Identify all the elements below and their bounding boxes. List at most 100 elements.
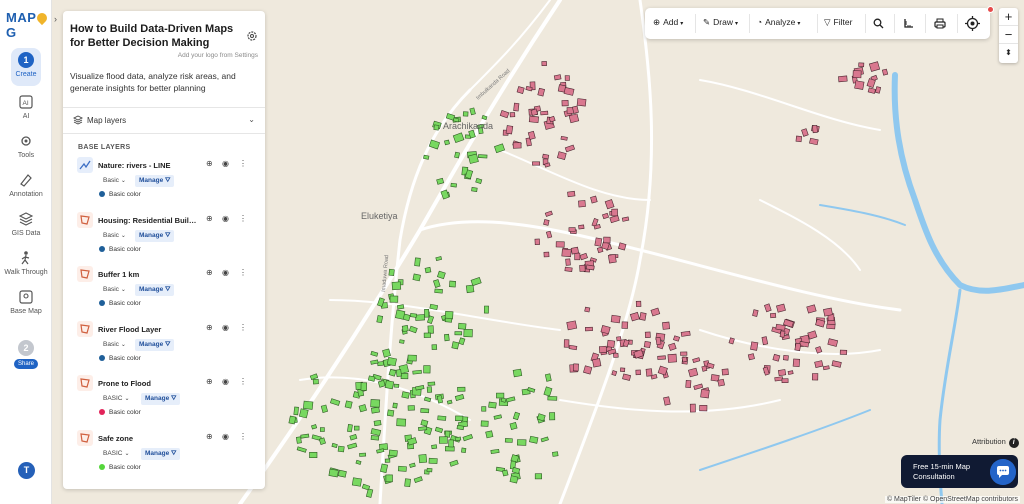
flood-prone-building[interactable] <box>680 351 688 356</box>
flood-prone-building[interactable] <box>584 326 593 332</box>
flood-prone-building[interactable] <box>516 86 525 94</box>
more-options-icon[interactable]: ⋮ <box>239 432 247 441</box>
flood-prone-building[interactable] <box>795 135 803 143</box>
flood-prone-building[interactable] <box>680 330 691 337</box>
flood-prone-building[interactable] <box>512 142 522 149</box>
safe-zone-building[interactable] <box>412 369 422 375</box>
zoom-to-layer-icon[interactable]: ⊕ <box>206 268 213 277</box>
flood-prone-building[interactable] <box>811 373 819 381</box>
flood-prone-building[interactable] <box>721 368 729 376</box>
flood-prone-building[interactable] <box>606 339 616 348</box>
safe-zone-building[interactable] <box>426 386 433 393</box>
safe-zone-building[interactable] <box>288 415 297 425</box>
safe-zone-building[interactable] <box>388 268 395 277</box>
zoom-to-layer-icon[interactable]: ⊕ <box>206 377 213 386</box>
safe-zone-building[interactable] <box>454 331 463 336</box>
safe-zone-building[interactable] <box>501 469 509 477</box>
safe-zone-building[interactable] <box>549 412 556 421</box>
safe-zone-building[interactable] <box>438 436 448 444</box>
flood-prone-building[interactable] <box>645 368 653 377</box>
safe-zone-building[interactable] <box>461 447 467 454</box>
safe-zone-building[interactable] <box>544 373 552 382</box>
flood-prone-building[interactable] <box>584 306 591 313</box>
safe-zone-building[interactable] <box>367 375 376 382</box>
safe-zone-building[interactable] <box>516 439 527 446</box>
flood-prone-building[interactable] <box>565 258 571 266</box>
safe-zone-building[interactable] <box>412 273 421 282</box>
safe-zone-building[interactable] <box>457 322 467 330</box>
safe-zone-building[interactable] <box>337 445 345 453</box>
flood-prone-building[interactable] <box>752 309 759 317</box>
eye-icon[interactable]: ◉ <box>222 432 229 441</box>
manage-button[interactable]: Manage ⛛ <box>135 339 175 351</box>
flood-prone-building[interactable] <box>578 224 585 230</box>
flood-prone-building[interactable] <box>607 253 617 264</box>
zoom-to-layer-icon[interactable]: ⊕ <box>206 323 213 332</box>
safe-zone-building[interactable] <box>377 379 386 388</box>
flood-prone-building[interactable] <box>794 342 802 352</box>
safe-zone-building[interactable] <box>451 341 460 350</box>
flood-prone-building[interactable] <box>564 75 570 81</box>
flood-prone-building[interactable] <box>543 251 550 258</box>
flood-prone-building[interactable] <box>655 336 662 346</box>
safe-zone-building[interactable] <box>380 463 389 473</box>
layer-row[interactable]: Prone to Flood ⊕ ◉ ⋮ BASIC ⌄ Manage ⛛ Basic col… <box>63 375 265 429</box>
safe-zone-building[interactable] <box>382 348 391 358</box>
safe-zone-building[interactable] <box>385 474 393 483</box>
flood-prone-building[interactable] <box>812 125 818 134</box>
safe-zone-building[interactable] <box>483 305 489 314</box>
flood-prone-building[interactable] <box>598 345 607 354</box>
safe-zone-building[interactable] <box>309 451 318 458</box>
flood-prone-building[interactable] <box>566 320 578 331</box>
flood-prone-building[interactable] <box>543 219 550 226</box>
flood-prone-building[interactable] <box>509 112 516 118</box>
safe-zone-building[interactable] <box>444 430 451 438</box>
rail-item-tools[interactable]: Tools <box>0 133 52 159</box>
flood-prone-building[interactable] <box>592 358 602 368</box>
print-icon[interactable] <box>934 18 946 29</box>
flood-prone-building[interactable] <box>852 70 862 79</box>
layer-row[interactable]: Safe zone ⊕ ◉ ⋮ BASIC ⌄ Manage ⛛ Basic color <box>63 430 265 484</box>
safe-zone-building[interactable] <box>444 317 453 323</box>
flood-prone-building[interactable] <box>643 340 651 349</box>
safe-zone-building[interactable] <box>481 406 487 412</box>
safe-zone-building[interactable] <box>373 419 382 427</box>
eye-icon[interactable]: ◉ <box>222 214 229 223</box>
safe-zone-building[interactable] <box>420 408 430 414</box>
search-icon[interactable] <box>873 18 884 29</box>
flood-prone-building[interactable] <box>747 353 755 361</box>
flood-prone-building[interactable] <box>532 161 541 166</box>
flood-prone-building[interactable] <box>635 369 641 376</box>
flood-prone-building[interactable] <box>777 369 787 377</box>
safe-zone-building[interactable] <box>424 309 430 318</box>
flood-prone-building[interactable] <box>563 339 570 348</box>
flood-prone-building[interactable] <box>619 367 626 373</box>
eye-icon[interactable]: ◉ <box>222 268 229 277</box>
flood-prone-building[interactable] <box>555 241 565 248</box>
measure-ruler-icon[interactable] <box>903 18 914 29</box>
flood-prone-building[interactable] <box>839 349 848 355</box>
safe-zone-building[interactable] <box>478 154 488 159</box>
flood-prone-building[interactable] <box>761 336 769 346</box>
safe-zone-building[interactable] <box>388 449 398 457</box>
safe-zone-building[interactable] <box>448 439 454 448</box>
more-options-icon[interactable]: ⋮ <box>239 377 247 386</box>
safe-zone-building[interactable] <box>424 266 432 274</box>
flood-prone-building[interactable] <box>621 321 629 329</box>
consultation-banner[interactable]: Free 15-min Map Consultation <box>901 455 1018 488</box>
map-copyright[interactable]: © MapTiler © OpenStreetMap contributors <box>884 496 1020 503</box>
safe-zone-building[interactable] <box>471 187 478 192</box>
safe-zone-building[interactable] <box>407 354 417 362</box>
flood-prone-building[interactable] <box>534 238 540 246</box>
flood-prone-building[interactable] <box>717 378 725 387</box>
manage-button[interactable]: Manage ⛛ <box>135 230 175 242</box>
flood-prone-building[interactable] <box>596 246 604 254</box>
more-options-icon[interactable]: ⋮ <box>239 268 247 277</box>
safe-zone-building[interactable] <box>480 420 489 427</box>
safe-zone-building[interactable] <box>444 310 454 320</box>
flood-prone-building[interactable] <box>823 307 833 317</box>
flood-prone-building[interactable] <box>772 353 781 362</box>
safe-zone-building[interactable] <box>423 154 430 160</box>
flood-prone-building[interactable] <box>578 200 586 208</box>
safe-zone-building[interactable] <box>409 312 418 318</box>
